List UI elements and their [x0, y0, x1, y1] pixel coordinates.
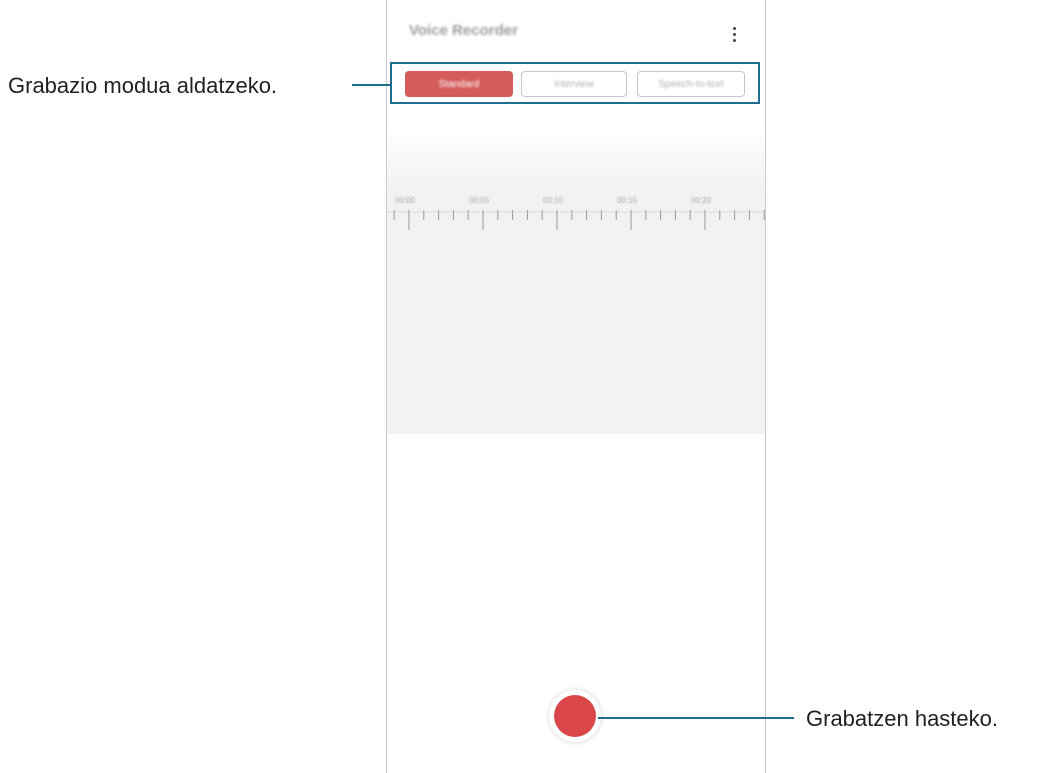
timeline-ruler: 00:00 00:05 00:10 00:15 00:20: [387, 196, 765, 230]
ruler-time-label: 00:15: [617, 196, 638, 205]
waveform-timeline: 00:00 00:05 00:10 00:15 00:20: [387, 130, 765, 434]
app-title: Voice Recorder: [409, 22, 518, 39]
more-dot: [732, 32, 736, 36]
record-icon: [554, 695, 596, 737]
callout-line-record: [598, 717, 794, 719]
phone-screen: Voice Recorder Standard Interview Speech…: [386, 0, 766, 773]
more-options-icon[interactable]: [727, 22, 741, 46]
ruler-time-label: 00:00: [395, 196, 416, 205]
more-dot: [732, 26, 736, 30]
record-button[interactable]: [549, 690, 601, 742]
more-dot: [732, 38, 736, 42]
ruler-time-label: 00:20: [691, 196, 712, 205]
callout-mode-switch: Grabazio modua aldatzeko.: [8, 73, 278, 98]
callout-line-mode: [352, 84, 390, 86]
ruler-time-label: 00:10: [543, 196, 564, 205]
callout-start-recording: Grabatzen hasteko.: [806, 706, 999, 731]
ruler-time-label: 00:05: [469, 196, 490, 205]
mode-tabs-highlight: [390, 62, 760, 104]
